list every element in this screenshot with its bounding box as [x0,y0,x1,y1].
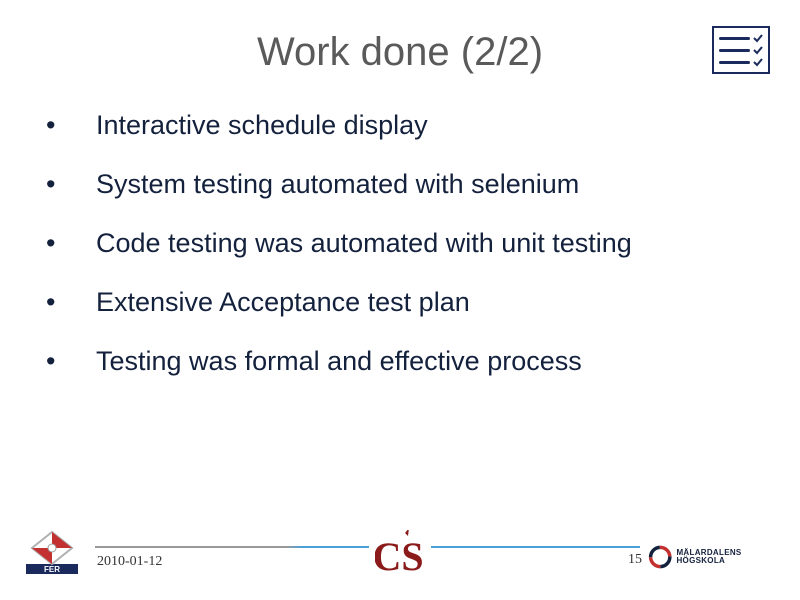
mdh-logo-icon [648,543,672,571]
checklist-line [719,49,750,52]
slide: Work done (2/2) • Interactive schedule d… [0,0,800,600]
svg-text:CS: CS [372,534,423,578]
checklist-line [719,37,750,40]
checklist-row [719,57,763,67]
bullet-item: • Code testing was automated with unit t… [40,228,760,259]
page-number: 15 [628,552,642,568]
checklist-row [719,33,763,43]
bullet-text: Code testing was automated with unit tes… [96,228,760,259]
bullet-text: Extensive Acceptance test plan [96,287,760,318]
checklist-row [719,45,763,55]
bullet-marker: • [40,110,96,141]
bullet-text: Testing was formal and effective process [96,346,760,377]
check-mark-icon [753,57,763,67]
bullet-item: • Extensive Acceptance test plan [40,287,760,318]
mdh-logo: MÄLARDALENS HÖGSKOLA [648,540,778,574]
slide-footer: FER CS 2010-01-12 15 MÄLARDALENS HÖGSKOL… [0,526,800,586]
bullet-marker: • [40,169,96,200]
bullet-marker: • [40,228,96,259]
footer-date: 2010-01-12 [97,554,162,570]
slide-title: Work done (2/2) [0,30,800,75]
bullet-item: • Interactive schedule display [40,110,760,141]
fer-logo-icon: FER [26,530,78,574]
bullet-marker: • [40,346,96,377]
cs-logo-icon: CS [369,530,431,578]
footer-divider [95,546,640,548]
bullet-text: System testing automated with selenium [96,169,760,200]
svg-text:FER: FER [44,565,60,574]
bullet-item: • Testing was formal and effective proce… [40,346,760,377]
bullet-marker: • [40,287,96,318]
checklist-line [719,61,750,64]
checklist-icon [712,26,770,74]
check-mark-icon [753,45,763,55]
mdh-logo-text: MÄLARDALENS HÖGSKOLA [676,549,778,565]
bullet-text: Interactive schedule display [96,110,760,141]
check-mark-icon [753,33,763,43]
bullet-item: • System testing automated with selenium [40,169,760,200]
bullet-list: • Interactive schedule display • System … [40,110,760,405]
